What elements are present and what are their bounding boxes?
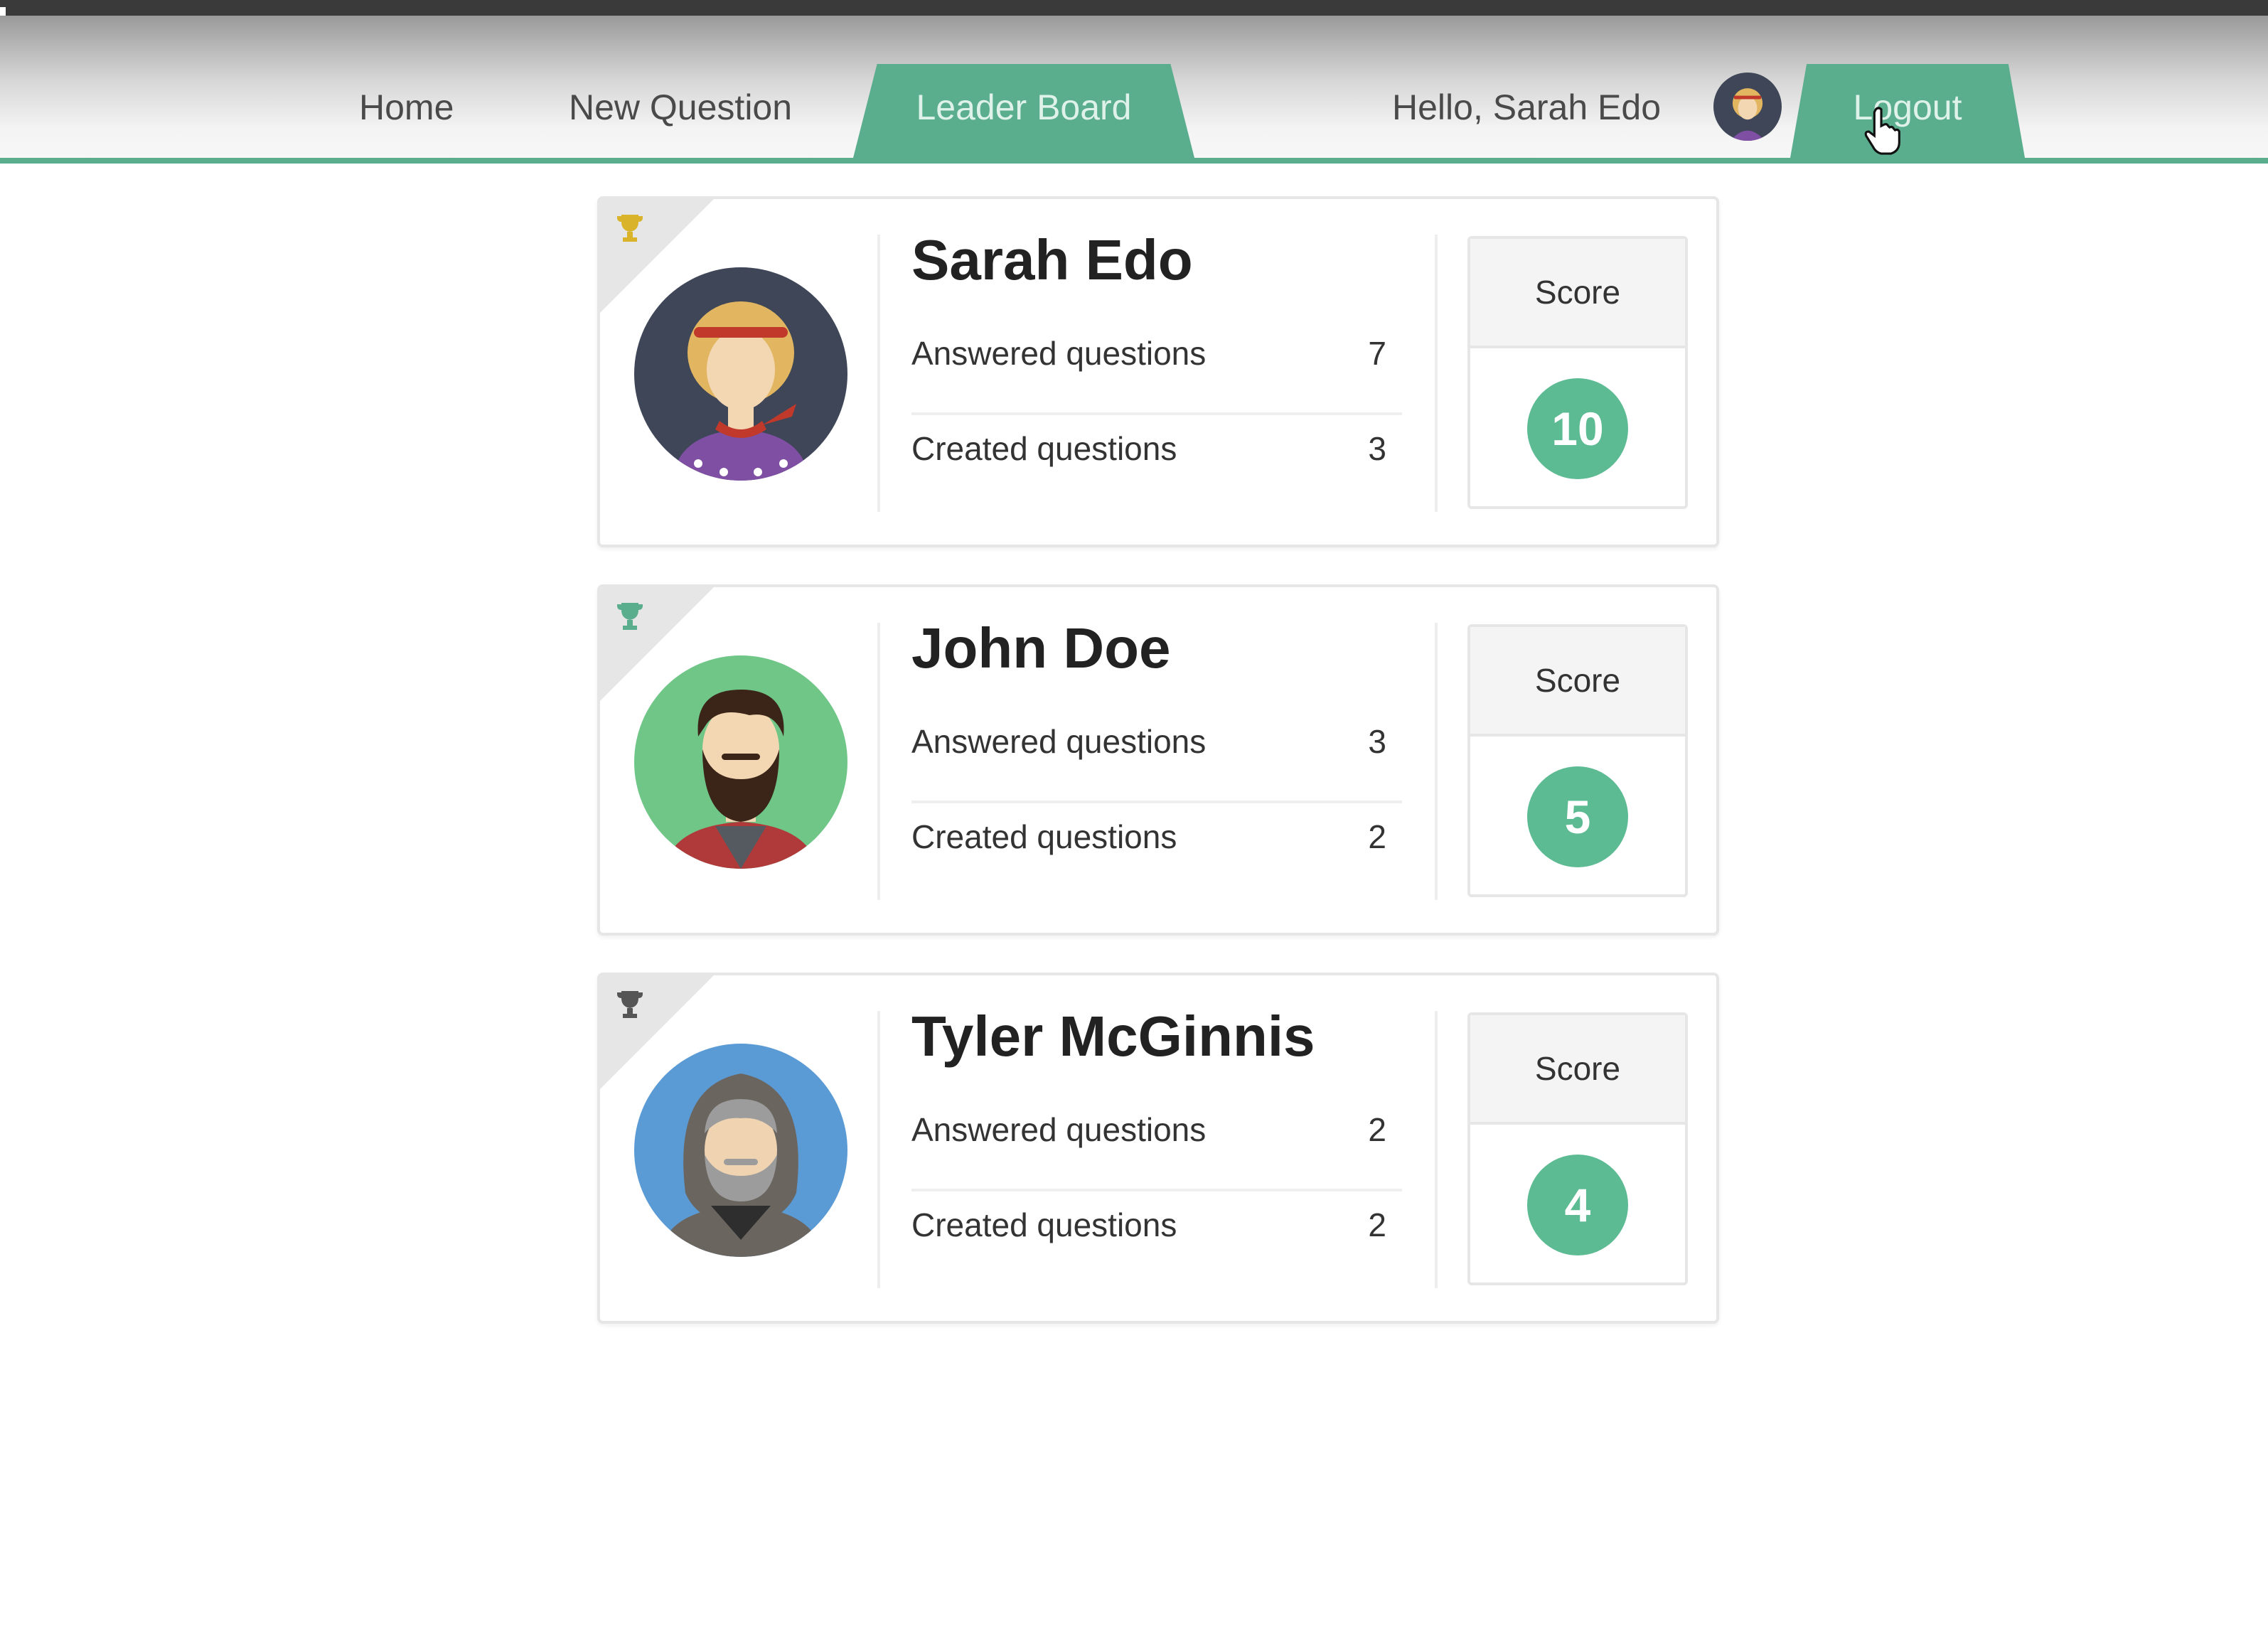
app-window: Home New Question Leader Board Hello, Sa… <box>0 0 2268 1628</box>
answered-questions-row: Answered questions 2 <box>911 1110 1402 1191</box>
bearded-man-avatar-icon <box>634 655 847 869</box>
nav-home-link[interactable]: Home <box>359 87 454 128</box>
score-panel: Score 5 <box>1467 624 1688 897</box>
window-title-bar <box>0 0 2268 43</box>
score-panel: Score 10 <box>1467 236 1688 509</box>
score-header: Score <box>1470 239 1685 348</box>
answered-questions-label: Answered questions <box>911 1111 1207 1148</box>
created-questions-label: Created questions <box>911 818 1177 855</box>
card-divider <box>877 1011 880 1288</box>
user-greeting: Hello, Sarah Edo <box>1392 87 1662 127</box>
created-questions-label: Created questions <box>911 1206 1177 1243</box>
woman-headband-avatar-icon <box>634 267 847 481</box>
leader-card: John Doe Answered questions 3 Created qu… <box>597 584 1719 936</box>
score-badge: 4 <box>1527 1155 1628 1255</box>
answered-questions-row: Answered questions 3 <box>911 722 1402 803</box>
created-questions-row: Created questions 2 <box>911 818 1402 896</box>
answered-questions-count: 7 <box>1368 335 1386 372</box>
leader-name: Tyler McGinnis <box>911 1005 1315 1068</box>
trophy-icon <box>617 991 643 1018</box>
nav-leader-board-tab[interactable]: Leader Board <box>853 64 1194 158</box>
created-questions-label: Created questions <box>911 430 1177 467</box>
created-questions-count: 2 <box>1368 818 1386 855</box>
nav-leader-board-label: Leader Board <box>916 87 1132 127</box>
answered-questions-label: Answered questions <box>911 723 1207 760</box>
score-badge: 5 <box>1527 766 1628 867</box>
score-badge: 10 <box>1527 378 1628 479</box>
top-navbar: Home New Question Leader Board Hello, Sa… <box>0 16 2268 164</box>
card-divider <box>1435 235 1438 512</box>
leader-name: John Doe <box>911 616 1171 680</box>
woman-headband-avatar-icon <box>1713 73 1782 141</box>
hand-cursor-icon <box>1864 107 1900 155</box>
created-questions-row: Created questions 2 <box>911 1206 1402 1284</box>
card-divider <box>877 235 880 512</box>
hooded-man-avatar-icon <box>634 1044 847 1257</box>
logout-label: Logout <box>1853 87 1962 127</box>
answered-questions-row: Answered questions 7 <box>911 334 1402 415</box>
leader-card: Sarah Edo Answered questions 7 Created q… <box>597 196 1719 547</box>
leader-name: Sarah Edo <box>911 228 1193 291</box>
user-avatar <box>1713 73 1782 141</box>
score-panel: Score 4 <box>1467 1012 1688 1285</box>
card-divider <box>877 623 880 900</box>
trophy-icon <box>617 215 643 242</box>
score-header: Score <box>1470 627 1685 737</box>
leader-avatar <box>634 1044 847 1257</box>
leader-card: Tyler McGinnis Answered questions 2 Crea… <box>597 973 1719 1324</box>
card-divider <box>1435 1011 1438 1288</box>
score-header: Score <box>1470 1015 1685 1125</box>
trophy-icon <box>617 603 643 630</box>
created-questions-row: Created questions 3 <box>911 429 1402 508</box>
nav-new-question-link[interactable]: New Question <box>569 87 792 128</box>
created-questions-count: 2 <box>1368 1206 1386 1243</box>
answered-questions-label: Answered questions <box>911 335 1207 372</box>
leader-avatar <box>634 655 847 869</box>
leader-avatar <box>634 267 847 481</box>
answered-questions-count: 3 <box>1368 723 1386 760</box>
created-questions-count: 3 <box>1368 430 1386 467</box>
card-divider <box>1435 623 1438 900</box>
logout-button[interactable]: Logout <box>1790 64 2025 158</box>
answered-questions-count: 2 <box>1368 1111 1386 1148</box>
